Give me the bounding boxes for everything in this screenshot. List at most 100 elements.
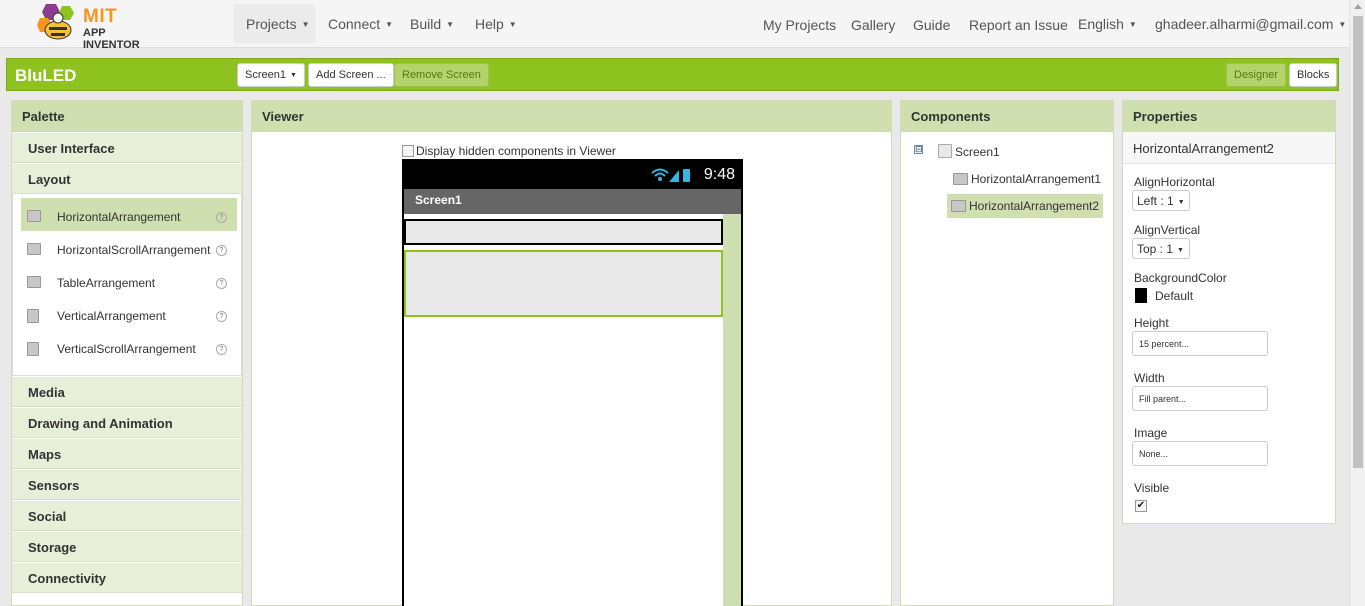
bee-logo-icon [37,4,74,40]
phone-preview: 9:48 Screen1 [402,159,743,606]
palette-category-layout[interactable]: Layout [12,163,242,194]
help-menu[interactable]: Help ▼ [475,16,517,32]
phone-screen-title: Screen1 [404,189,741,214]
tree-item-horizontal-arrangement-1[interactable]: HorizontalArrangement1 [953,172,1101,186]
chevron-down-icon: ▼ [1177,247,1184,254]
phone-screen-body [404,214,723,606]
chevron-down-icon: ▼ [385,20,394,29]
build-menu[interactable]: Build ▼ [410,16,454,32]
logo-title: MIT [83,6,118,27]
align-vertical-label: AlignVertical [1134,223,1201,237]
collapse-icon[interactable]: ⊟ [914,145,923,154]
components-panel: Components ⊟ Screen1 HorizontalArrangeme… [900,100,1114,606]
chevron-down-icon: ▼ [1128,20,1137,29]
palette-category-maps[interactable]: Maps [12,438,242,469]
screen-select-button[interactable]: Screen1 ▼ [237,63,305,87]
selected-component-name: HorizontalArrangement2 [1123,132,1335,164]
palette-item-vertical-scroll-arrangement[interactable]: VerticalScrollArrangement ? [13,330,241,363]
palette-category-connectivity[interactable]: Connectivity [12,562,242,593]
table-arrangement-icon [27,276,41,288]
blocks-button[interactable]: Blocks [1289,63,1338,87]
vertical-arrangement-icon [27,309,39,323]
align-vertical-select[interactable]: Top : 1 ▼ [1132,238,1190,259]
connect-menu[interactable]: Connect ▼ [328,16,393,32]
background-color-swatch[interactable] [1135,288,1147,303]
app-inventor-logo[interactable]: MIT APP INVENTOR [34,2,164,51]
wifi-signal-battery-icon [651,168,690,182]
background-color-value[interactable]: Default [1155,289,1193,303]
background-color-label: BackgroundColor [1134,271,1227,285]
palette-category-media[interactable]: Media [12,376,242,407]
palette-category-storage[interactable]: Storage [12,531,242,562]
height-field[interactable]: 15 percent... [1132,331,1268,356]
display-hidden-checkbox[interactable] [402,145,414,157]
layout-components-list: HorizontalArrangement ? HorizontalScroll… [12,194,242,376]
help-icon[interactable]: ? [216,344,227,355]
top-nav: MIT APP INVENTOR Projects ▼ Connect ▼ Buil… [0,0,1349,51]
palette-panel: Palette User Interface Layout Horizontal… [11,100,243,606]
screen-icon [938,144,952,158]
phone-status-bar: 9:48 [404,161,741,189]
my-projects-link[interactable]: My Projects [763,17,836,33]
vertical-scroll-arrangement-icon [27,342,39,356]
help-icon[interactable]: ? [216,245,227,256]
horizontal-arrangement-icon [27,210,41,222]
display-hidden-components-toggle[interactable]: Display hidden components in Viewer [402,144,616,158]
language-menu[interactable]: English ▼ [1078,16,1137,32]
image-field[interactable]: None... [1132,441,1268,466]
width-field[interactable]: Fill parent... [1132,386,1268,411]
page-scrollbar[interactable] [1349,0,1365,606]
horizontal-arrangement-1-preview[interactable] [404,219,723,245]
palette-category-drawing-and-animation[interactable]: Drawing and Animation [12,407,242,438]
palette-item-horizontal-arrangement[interactable]: HorizontalArrangement ? [21,198,237,231]
horizontal-scroll-arrangement-icon [27,243,41,255]
designer-button[interactable]: Designer [1226,63,1287,87]
horizontal-arrangement-icon [951,200,966,212]
remove-screen-button[interactable]: Remove Screen [394,63,489,87]
help-icon[interactable]: ? [216,311,227,322]
tree-item-horizontal-arrangement-2[interactable]: HorizontalArrangement2 [947,194,1104,218]
tree-item-screen1[interactable]: Screen1 [938,144,1000,159]
chevron-down-icon: ▼ [1177,199,1185,206]
phone-clock: 9:48 [703,166,735,183]
image-label: Image [1134,426,1168,440]
palette-category-user-interface[interactable]: User Interface [12,132,242,163]
components-header: Components [901,101,1113,132]
height-label: Height [1134,316,1169,330]
chevron-down-icon: ▼ [1338,20,1347,29]
chevron-down-icon: ▼ [446,20,455,29]
chevron-down-icon: ▼ [508,20,517,29]
account-menu[interactable]: ghadeer.alharmi@gmail.com ▼ [1155,16,1346,32]
align-horizontal-label: AlignHorizontal [1134,175,1215,189]
palette-header: Palette [12,101,242,132]
help-icon[interactable]: ? [216,278,227,289]
projects-menu[interactable]: Projects ▼ [246,16,310,32]
palette-item-horizontal-scroll-arrangement[interactable]: HorizontalScrollArrangement ? [13,231,241,264]
horizontal-arrangement-2-preview[interactable] [404,250,723,317]
gallery-link[interactable]: Gallery [851,17,895,33]
align-horizontal-select[interactable]: Left : 1 ▼ [1132,190,1190,211]
project-name: BluLED [15,66,77,85]
viewer-panel: Viewer Display hidden components in View… [251,100,892,606]
chevron-down-icon: ▼ [289,72,297,79]
palette-category-social[interactable]: Social [12,500,242,531]
scrollbar-thumb[interactable] [1353,16,1363,468]
palette-category-sensors[interactable]: Sensors [12,469,242,500]
width-label: Width [1134,371,1165,385]
help-icon[interactable]: ? [216,212,227,223]
phone-scrollbar [723,214,741,606]
visible-label: Visible [1134,481,1170,495]
chevron-down-icon: ▼ [301,20,310,29]
add-screen-button[interactable]: Add Screen ... [308,63,394,87]
properties-panel: Properties HorizontalArrangement2 AlignH… [1122,100,1336,524]
visible-checkbox[interactable]: ✔ [1135,500,1147,512]
logo-subtitle: APP INVENTOR [83,27,140,51]
horizontal-arrangement-icon [953,173,968,185]
palette-item-table-arrangement[interactable]: TableArrangement ? [13,264,241,297]
report-issue-link[interactable]: Report an Issue [969,17,1068,33]
guide-link[interactable]: Guide [913,17,950,33]
palette-item-vertical-arrangement[interactable]: VerticalArrangement ? [13,297,241,330]
scroll-up-arrow-icon[interactable] [1354,4,1362,9]
properties-header: Properties [1123,101,1335,132]
project-toolbar: BluLED Screen1 ▼ Add Screen ... Remove Sc… [6,58,1339,91]
